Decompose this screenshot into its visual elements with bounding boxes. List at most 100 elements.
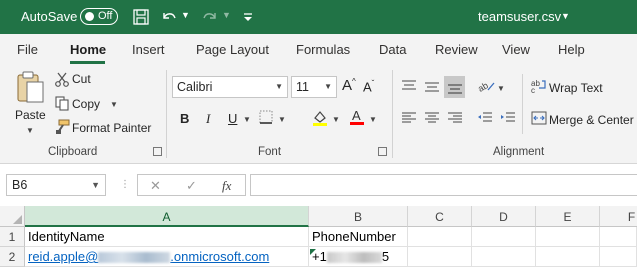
column-header-a[interactable]: A <box>25 206 309 227</box>
merge-center-icon[interactable] <box>531 110 547 126</box>
bottom-align-icon[interactable] <box>447 79 463 95</box>
cut-label[interactable]: Cut <box>72 72 91 86</box>
row-header-1[interactable]: 1 <box>0 227 25 247</box>
wrap-text-icon[interactable]: ab c <box>531 78 547 94</box>
ribbon: Paste ▼ Cut Copy ▼ Format Painter Clipbo… <box>0 64 637 164</box>
column-header-d[interactable]: D <box>472 206 536 227</box>
merge-center-label[interactable]: Merge & Center <box>549 113 634 127</box>
save-icon[interactable] <box>132 8 150 26</box>
align-right-icon[interactable] <box>447 110 463 126</box>
wrap-text-label[interactable]: Wrap Text <box>549 81 603 95</box>
redo-dropdown-icon[interactable]: ▼ <box>222 10 231 20</box>
shrink-font-icon[interactable]: Aˇ <box>363 79 374 94</box>
redacted-domain <box>98 252 171 264</box>
autosave-state: Off <box>98 10 113 22</box>
align-center-icon[interactable] <box>424 110 440 126</box>
underline-button[interactable]: U <box>228 111 237 126</box>
fill-color-dropdown-icon[interactable]: ▼ <box>332 115 340 124</box>
customize-qat-icon[interactable] <box>239 8 257 26</box>
formula-bar-splitter[interactable]: ⋮ <box>120 179 130 201</box>
column-header-f[interactable]: F <box>600 206 637 227</box>
copy-label[interactable]: Copy <box>72 97 100 111</box>
tab-home[interactable]: Home <box>70 42 106 57</box>
font-size-dropdown-icon[interactable]: ▼ <box>324 82 332 91</box>
cell-e2[interactable] <box>536 247 600 267</box>
enter-icon[interactable]: ✓ <box>186 178 197 194</box>
svg-text:c: c <box>531 86 535 94</box>
undo-icon[interactable] <box>160 8 178 26</box>
select-all-button[interactable] <box>0 206 25 227</box>
autosave-toggle[interactable]: Off <box>80 8 118 25</box>
column-header-c[interactable]: C <box>408 206 472 227</box>
formula-input[interactable] <box>250 174 637 196</box>
paste-dropdown-icon[interactable]: ▼ <box>26 126 34 135</box>
redo-icon[interactable] <box>201 8 219 26</box>
copy-dropdown-icon[interactable]: ▼ <box>110 100 118 109</box>
group-divider <box>166 70 167 158</box>
cell-a1[interactable]: IdentityName <box>25 227 309 247</box>
insert-function-icon[interactable]: fx <box>222 178 231 194</box>
tab-review[interactable]: Review <box>435 42 478 57</box>
borders-dropdown-icon[interactable]: ▼ <box>278 115 286 124</box>
font-family-dropdown-icon[interactable]: ▼ <box>275 82 283 91</box>
copy-icon[interactable] <box>54 95 70 111</box>
filename-caret-icon[interactable]: ▼ <box>561 11 570 21</box>
font-dialog-launcher-icon[interactable] <box>378 147 387 156</box>
increase-indent-icon[interactable] <box>500 110 516 126</box>
group-divider <box>522 74 523 134</box>
column-header-b[interactable]: B <box>309 206 408 227</box>
name-box-value: B6 <box>12 178 28 192</box>
format-painter-icon[interactable] <box>54 119 70 135</box>
font-size-value: 11 <box>296 80 309 94</box>
format-painter-label[interactable]: Format Painter <box>72 121 151 135</box>
tab-file[interactable]: File <box>17 42 38 57</box>
tab-insert[interactable]: Insert <box>132 42 165 57</box>
paste-label[interactable]: Paste <box>15 108 46 122</box>
cell-f1[interactable] <box>600 227 637 247</box>
cell-a2[interactable]: reid.apple@ .onmicrosoft.com <box>25 247 309 267</box>
tab-page-layout[interactable]: Page Layout <box>196 42 269 57</box>
clipboard-group-label: Clipboard <box>48 146 98 158</box>
orientation-icon[interactable]: ab <box>477 78 495 94</box>
borders-icon[interactable] <box>258 109 274 125</box>
orientation-dropdown-icon[interactable]: ▼ <box>497 84 505 93</box>
cell-f2[interactable] <box>600 247 637 267</box>
font-color-dropdown-icon[interactable]: ▼ <box>369 115 377 124</box>
cell-c1[interactable] <box>408 227 472 247</box>
tab-formulas[interactable]: Formulas <box>296 42 350 57</box>
error-indicator-icon[interactable] <box>310 249 316 255</box>
grow-font-icon[interactable]: A^ <box>342 77 356 94</box>
tab-help[interactable]: Help <box>558 42 585 57</box>
middle-align-icon[interactable] <box>424 79 440 95</box>
row-header-2[interactable]: 2 <box>0 247 25 267</box>
cancel-icon[interactable]: ✕ <box>150 178 161 194</box>
name-box-dropdown-icon[interactable]: ▼ <box>91 180 100 190</box>
font-group-label: Font <box>258 146 282 158</box>
tab-data[interactable]: Data <box>379 42 406 57</box>
cell-b1[interactable]: PhoneNumber <box>309 227 408 247</box>
toggle-knob <box>85 12 94 21</box>
fill-color-icon[interactable] <box>311 109 329 127</box>
cell-c2[interactable] <box>408 247 472 267</box>
font-family-box[interactable]: Calibri ▼ <box>172 76 288 98</box>
align-left-icon[interactable] <box>401 110 417 126</box>
name-box[interactable]: B6 ▼ <box>6 174 106 196</box>
cell-d1[interactable] <box>472 227 536 247</box>
italic-button[interactable]: I <box>206 111 210 127</box>
bold-button[interactable]: B <box>180 111 189 126</box>
font-color-icon[interactable]: A <box>348 108 366 127</box>
underline-dropdown-icon[interactable]: ▼ <box>243 115 251 124</box>
undo-dropdown-icon[interactable]: ▼ <box>181 10 190 20</box>
tab-view[interactable]: View <box>502 42 530 57</box>
decrease-indent-icon[interactable] <box>477 110 493 126</box>
font-size-box[interactable]: 11 ▼ <box>291 76 337 98</box>
cell-b2[interactable]: +1 5 <box>309 247 408 267</box>
file-name[interactable]: teamsuser.csv <box>478 9 561 24</box>
cell-d2[interactable] <box>472 247 536 267</box>
top-align-icon[interactable] <box>401 79 417 95</box>
cut-icon[interactable] <box>54 71 70 87</box>
paste-icon[interactable] <box>16 70 46 106</box>
column-header-e[interactable]: E <box>536 206 600 227</box>
cell-e1[interactable] <box>536 227 600 247</box>
clipboard-dialog-launcher-icon[interactable] <box>153 147 162 156</box>
